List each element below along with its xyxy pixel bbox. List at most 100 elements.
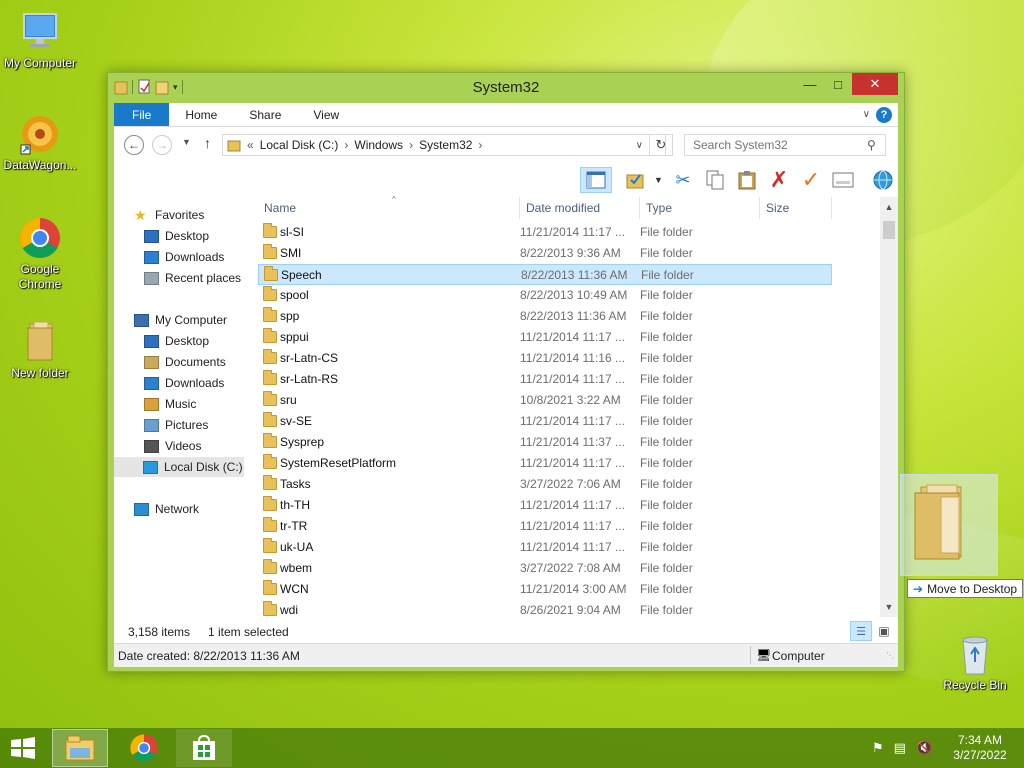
minimize-button[interactable]: — [796,73,824,95]
nav-item-videos[interactable]: Videos [144,436,201,456]
column-header-date-modified[interactable]: Date modified [520,197,640,219]
overflow-chevron[interactable]: « [247,138,254,152]
cut-button[interactable]: ✂ [670,167,696,193]
chevron-right-icon[interactable]: › [478,138,482,152]
file-row[interactable]: sppui 11/21/2014 11:17 ... File folder [258,327,832,348]
nav-item-desktop[interactable]: Desktop [144,331,209,351]
breadcrumb-system32[interactable]: System32 [419,138,472,152]
maximize-button[interactable]: □ [824,73,852,95]
chevron-right-icon[interactable]: › [344,138,348,152]
file-row[interactable]: uk-UA 11/21/2014 11:17 ... File folder [258,537,832,558]
address-bar[interactable]: « Local Disk (C:) › Windows › System32 ›… [222,134,666,156]
help-icon[interactable]: ? [876,106,892,123]
scroll-down-icon[interactable]: ▼ [880,599,898,615]
desktop-icon-new-folder[interactable]: New folder [0,320,80,381]
file-date-modified: 3/27/2022 7:08 AM [520,561,621,575]
file-row[interactable]: sr-Latn-RS 11/21/2014 11:17 ... File folde… [258,369,832,390]
nav-favorites[interactable]: ★ Favorites [134,205,204,225]
close-button[interactable]: ✕ [852,73,898,95]
nav-item-downloads[interactable]: Downloads [144,373,224,393]
vertical-scrollbar[interactable]: ▲ ▼ [880,197,898,617]
file-row[interactable]: th-TH 11/21/2014 11:17 ... File folder [258,495,832,516]
folder-icon [263,601,277,616]
nav-item-local-disk-c[interactable]: Local Disk (C:) [114,457,244,477]
file-row[interactable]: tr-TR 11/21/2014 11:17 ... File folder [258,516,832,537]
file-name: wbem [280,561,313,575]
back-button[interactable]: ← [124,135,144,155]
copy-button[interactable] [702,167,728,193]
file-row[interactable]: SystemResetPlatform 11/21/2014 11:17 ... F… [258,453,832,474]
file-row[interactable]: wdi 8/26/2021 9:04 AM File folder [258,600,832,621]
delete-button[interactable]: ✗ [766,167,792,193]
file-name: spp [280,309,300,323]
select-all-button[interactable] [622,167,648,193]
preview-pane-button[interactable] [580,167,612,193]
title-bar[interactable]: ▾ System32 — □ ✕ [108,73,904,103]
nav-item-documents[interactable]: Documents [144,352,226,372]
recent-locations-icon[interactable]: ▼ [182,137,191,147]
volume-muted-icon[interactable]: 🔇 [916,740,932,756]
breadcrumb-local-disk[interactable]: Local Disk (C:) [260,138,339,152]
file-row[interactable]: sr-Latn-CS 11/21/2014 11:16 ... File folde… [258,348,832,369]
rename-button[interactable]: ✓ [798,167,824,193]
refresh-button[interactable]: ↻ [649,134,673,156]
scroll-up-icon[interactable]: ▲ [880,199,898,215]
scroll-thumb[interactable] [883,221,895,239]
up-button[interactable]: ↑ [204,135,211,151]
chevron-right-icon[interactable]: › [409,138,413,152]
breadcrumb-windows[interactable]: Windows [354,138,403,152]
file-row[interactable]: sv-SE 11/21/2014 11:17 ... File folder [258,411,832,432]
chrome-icon [130,734,158,762]
file-row[interactable]: Speech 8/22/2013 11:36 AM File folder [258,264,832,285]
file-row[interactable]: Sysprep 11/21/2014 11:37 ... File folder [258,432,832,453]
desktop-icon-google-chrome[interactable]: Google Chrome [0,216,80,292]
desktop-icon-datawagon[interactable]: DataWagon... [0,112,80,173]
taskbar-chrome[interactable] [116,729,172,767]
search-icon[interactable]: ⚲ [867,138,876,152]
file-row[interactable]: WCN 11/21/2014 3:00 AM File folder [258,579,832,600]
resize-grip-icon[interactable]: ⋱ [886,651,894,660]
details-view-button[interactable]: ☰ [850,621,872,641]
desktop-icon-recycle-bin[interactable]: Recycle Bin [935,632,1015,693]
properties-button[interactable] [830,167,856,193]
expand-ribbon-icon[interactable]: ∨ [863,109,870,120]
forward-button[interactable]: → [152,135,172,155]
column-header-type[interactable]: Type [640,197,760,219]
desktop-icon-my-computer[interactable]: My Computer [0,10,80,71]
file-row[interactable]: Tasks 3/27/2022 7:06 AM File folder [258,474,832,495]
tab-share[interactable]: Share [233,103,297,126]
tab-home[interactable]: Home [169,103,233,126]
nav-item-downloads[interactable]: Downloads [144,247,224,267]
file-row[interactable]: spp 8/22/2013 11:36 AM File folder [258,306,832,327]
column-header-size[interactable]: Size [760,197,832,219]
network-icon[interactable]: ▤ [894,740,906,756]
nav-my-computer[interactable]: My Computer [134,310,227,330]
tab-file[interactable]: File [114,103,170,126]
downloads-icon [144,250,159,264]
action-center-flag-icon[interactable]: ⚑ [872,740,884,756]
address-dropdown-icon[interactable]: ∨ [636,140,643,151]
file-row[interactable]: wbem 3/27/2022 7:08 AM File folder [258,558,832,579]
nav-item-recent-places[interactable]: Recent places [144,268,241,288]
nav-network[interactable]: Network [134,499,199,519]
file-row[interactable]: SMI 8/22/2013 9:36 AM File folder [258,243,832,264]
clock[interactable]: 7:34 AM 3/27/2022 [944,733,1016,763]
taskbar-file-explorer[interactable] [52,729,108,767]
dropdown-arrow-icon[interactable]: ▼ [654,175,663,185]
search-input[interactable] [684,134,886,156]
large-icons-view-button[interactable]: ▣ [874,621,894,641]
globe-icon [873,170,893,190]
paste-button[interactable] [734,167,760,193]
network-globe-button[interactable] [870,167,896,193]
tab-view[interactable]: View [297,103,355,126]
file-row[interactable]: sru 10/8/2021 3:22 AM File folder [258,390,832,411]
file-row[interactable]: spool 8/22/2013 10:49 AM File folder [258,285,832,306]
column-header-name[interactable]: Name [258,197,520,219]
nav-item-music[interactable]: Music [144,394,196,414]
nav-item-pictures[interactable]: Pictures [144,415,208,435]
file-row[interactable]: sl-SI 11/21/2014 11:17 ... File folder [258,222,832,243]
taskbar-store[interactable] [176,729,232,767]
folder-icon [263,496,277,511]
start-button[interactable] [8,736,38,760]
nav-item-desktop[interactable]: Desktop [144,226,209,246]
